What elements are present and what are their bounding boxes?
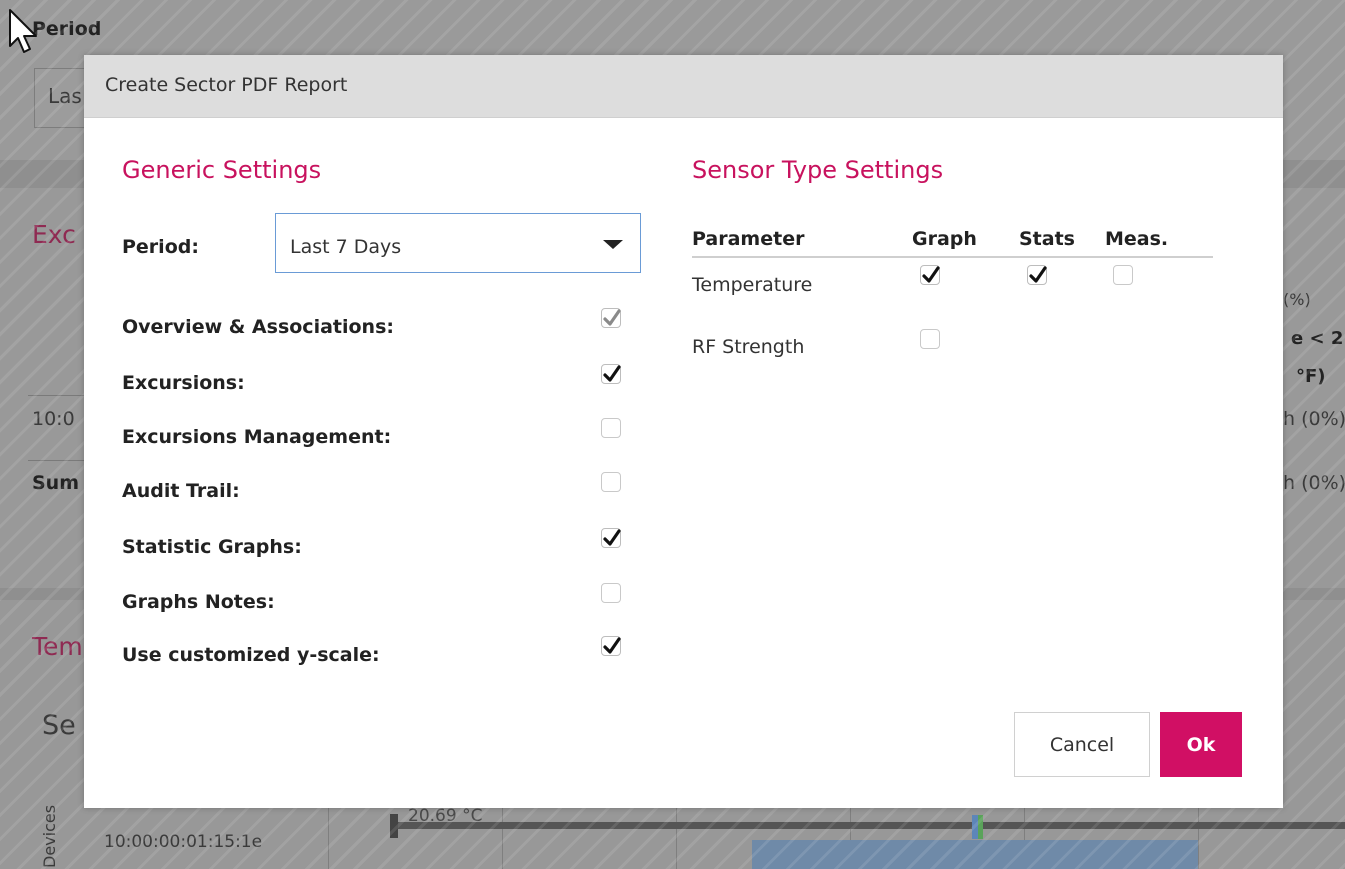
bg-period-value: Las: [48, 84, 82, 108]
option-checkbox[interactable]: [601, 528, 621, 548]
option-label: Use customized y-scale:: [122, 644, 380, 666]
bg-summary-label: Sum: [32, 472, 80, 494]
bg-right-text: °F): [1296, 366, 1326, 387]
column-header-parameter: Parameter: [692, 228, 805, 250]
sensor-type-settings-heading: Sensor Type Settings: [692, 156, 944, 184]
bg-graph-bar: [752, 840, 1198, 869]
bg-divider: [28, 395, 88, 396]
column-header-graph: Graph: [912, 228, 977, 250]
bg-grid-line: [1198, 800, 1199, 869]
bg-grid-line: [676, 800, 677, 869]
option-label: Audit Trail:: [122, 480, 240, 502]
option-label: Excursions:: [122, 372, 245, 394]
option-checkbox[interactable]: [601, 636, 621, 656]
bg-graph-line: [392, 822, 1345, 829]
period-select[interactable]: Last 7 Days: [275, 213, 641, 273]
check-icon: [603, 309, 621, 326]
check-icon: [922, 266, 940, 283]
caret-down-icon: [603, 240, 623, 249]
option-label: Graphs Notes:: [122, 591, 275, 613]
check-icon: [603, 529, 621, 546]
check-icon: [1029, 266, 1047, 283]
option-checkbox[interactable]: [601, 472, 621, 492]
bg-right-text: h (0%): [1283, 472, 1345, 494]
temperature-stats-checkbox[interactable]: [1027, 265, 1047, 285]
generic-settings-heading: Generic Settings: [122, 156, 322, 184]
temperature-meas-checkbox[interactable]: [1113, 265, 1133, 285]
option-checkbox[interactable]: [601, 583, 621, 603]
dialog-title: Create Sector PDF Report: [105, 74, 348, 96]
create-report-dialog: Create Sector PDF Report Generic Setting…: [84, 55, 1283, 808]
bg-divider: [28, 460, 88, 461]
option-checkbox: [601, 308, 621, 328]
bg-devices-label: Devices: [40, 804, 59, 868]
bg-right-text: h (0%): [1283, 408, 1345, 430]
option-label: Overview & Associations:: [122, 316, 394, 338]
column-header-meas: Meas.: [1105, 228, 1169, 250]
param-rf-strength: RF Strength: [692, 336, 805, 358]
bg-graph-marker: [978, 815, 983, 839]
bg-grid-line: [328, 800, 329, 869]
dialog-header: Create Sector PDF Report: [84, 55, 1283, 118]
mouse-pointer-icon: [9, 9, 37, 53]
bg-temperature-heading: Tem: [32, 632, 83, 661]
column-header-stats: Stats: [1019, 228, 1075, 250]
check-icon: [603, 637, 621, 654]
option-label: Excursions Management:: [122, 426, 392, 448]
period-label: Period:: [122, 236, 199, 258]
ok-button[interactable]: Ok: [1160, 712, 1242, 777]
bg-right-text: e < 2.: [1291, 328, 1345, 349]
bg-device-id: 10:00:00:01:15:1e: [104, 832, 263, 852]
check-icon: [603, 365, 621, 382]
option-label: Statistic Graphs:: [122, 536, 302, 558]
bg-row-time: 10:0: [32, 408, 75, 430]
table-header-divider: [692, 256, 1213, 258]
bg-sensor-heading: Se: [42, 710, 76, 741]
temperature-graph-checkbox[interactable]: [920, 265, 940, 285]
option-checkbox[interactable]: [601, 418, 621, 438]
bg-right-text: (%): [1283, 290, 1311, 309]
bg-graph-start: [390, 814, 398, 838]
cancel-button[interactable]: Cancel: [1014, 712, 1150, 777]
bg-period-label: Period: [32, 18, 102, 40]
bg-excursions-heading: Exc: [32, 220, 76, 249]
option-checkbox[interactable]: [601, 364, 621, 384]
param-temperature: Temperature: [692, 274, 813, 296]
bg-grid-line: [502, 800, 503, 869]
period-select-value: Last 7 Days: [290, 236, 402, 258]
rf-strength-graph-checkbox[interactable]: [920, 329, 940, 349]
